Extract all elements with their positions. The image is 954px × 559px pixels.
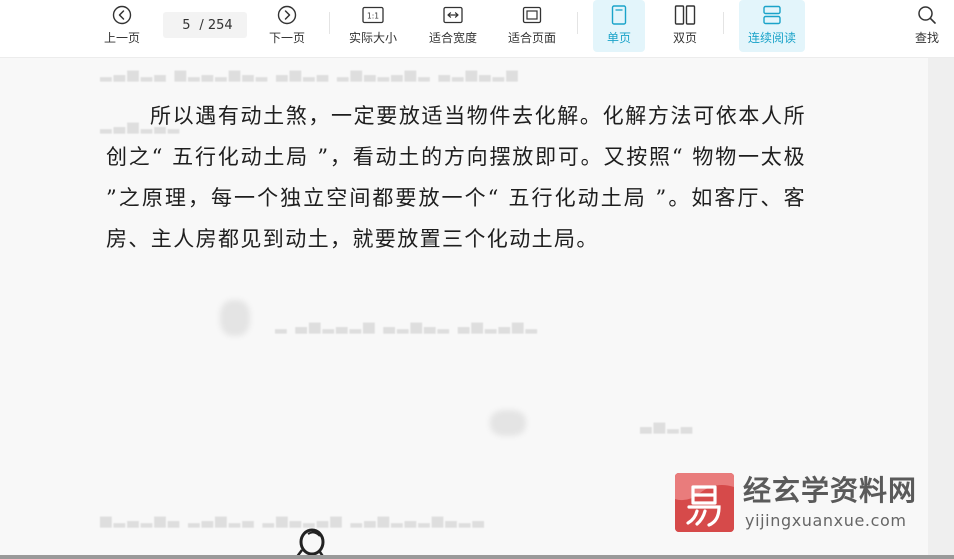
- watermark-site-name: 经玄学资料网: [743, 474, 918, 507]
- continuous-reading-button[interactable]: 连续阅读: [739, 0, 805, 52]
- fit-width-button[interactable]: 适合宽度: [424, 0, 482, 52]
- prev-page-label: 上一页: [103, 31, 140, 45]
- fit-page-label: 适合页面: [507, 31, 556, 45]
- page-indicator: / 254: [163, 12, 247, 38]
- prev-page-button[interactable]: 上一页: [98, 0, 146, 52]
- double-page-button[interactable]: 双页: [664, 0, 706, 52]
- bleed-through-texture: [490, 410, 526, 436]
- single-page-button[interactable]: 单页: [593, 0, 645, 52]
- fit-width-icon: [443, 5, 463, 25]
- actual-size-button[interactable]: 1:1 实际大小: [345, 0, 401, 52]
- actual-size-label: 实际大小: [348, 31, 397, 45]
- search-icon: [917, 5, 937, 25]
- toolbar-divider: [329, 12, 330, 34]
- bleed-through-texture: ▂▃▅▂▃ ▅▂▃▂▅▃▂ ▃▅▂▃ ▂▅▃▂▃▅▂ ▃▂▅▃▂▅: [100, 64, 520, 82]
- fit-page-icon: [522, 5, 542, 25]
- chevron-left-circle-icon: [112, 5, 132, 25]
- bleed-through-texture: ▂ ▃▅▂▃▂▅ ▃▂▅▃▂ ▃▅▂▃▅▂: [275, 316, 539, 334]
- search-label: 查找: [914, 31, 939, 45]
- page-number-input[interactable]: [177, 17, 196, 33]
- double-page-label: 双页: [672, 31, 697, 45]
- document-paragraph: 所以遇有动土煞，一定要放适当物件去化解。化解方法可依本人所创之“ 五行化动土局 …: [106, 104, 806, 251]
- total-pages: / 254: [199, 17, 233, 33]
- document-viewer[interactable]: ▂▃▅▂▃ ▅▂▃▂▅▃▂ ▃▅▂▃ ▂▅▃▂▃▅▂ ▃▂▅▃▂▅ ▂▃▅▂▃▂…: [0, 58, 954, 559]
- fit-page-button[interactable]: 适合页面: [503, 0, 561, 52]
- horizontal-scrollbar[interactable]: [0, 555, 954, 559]
- bleed-through-texture: [220, 300, 250, 336]
- reader-toolbar: 上一页 / 254 下一页 1:1 实际大小 适合宽度 适合页面 单页: [0, 0, 954, 58]
- single-page-label: 单页: [606, 31, 631, 45]
- actual-size-icon: 1:1: [362, 5, 384, 25]
- search-button[interactable]: 查找: [908, 0, 946, 52]
- continuous-reading-label: 连续阅读: [747, 31, 796, 45]
- document-body-text: 所以遇有动土煞，一定要放适当物件去化解。化解方法可依本人所创之“ 五行化动土局 …: [106, 96, 806, 260]
- toolbar-divider: [723, 12, 724, 34]
- bleed-through-texture: ▃▅▂▃: [640, 416, 695, 434]
- site-logo: [675, 473, 734, 532]
- svg-text:1:1: 1:1: [367, 12, 379, 21]
- site-watermark: 经玄学资料网 yijingxuanxue.com: [675, 473, 937, 533]
- chevron-right-circle-icon: [277, 5, 297, 25]
- watermark-url: yijingxuanxue.com: [745, 511, 907, 530]
- single-page-icon: [611, 5, 627, 25]
- continuous-reading-icon: [762, 5, 782, 25]
- double-page-icon: [674, 5, 696, 25]
- toolbar-divider: [577, 12, 578, 34]
- next-page-label: 下一页: [268, 31, 305, 45]
- sketch-illustration: [296, 528, 325, 555]
- next-page-button[interactable]: 下一页: [263, 0, 311, 52]
- fit-width-label: 适合宽度: [428, 31, 477, 45]
